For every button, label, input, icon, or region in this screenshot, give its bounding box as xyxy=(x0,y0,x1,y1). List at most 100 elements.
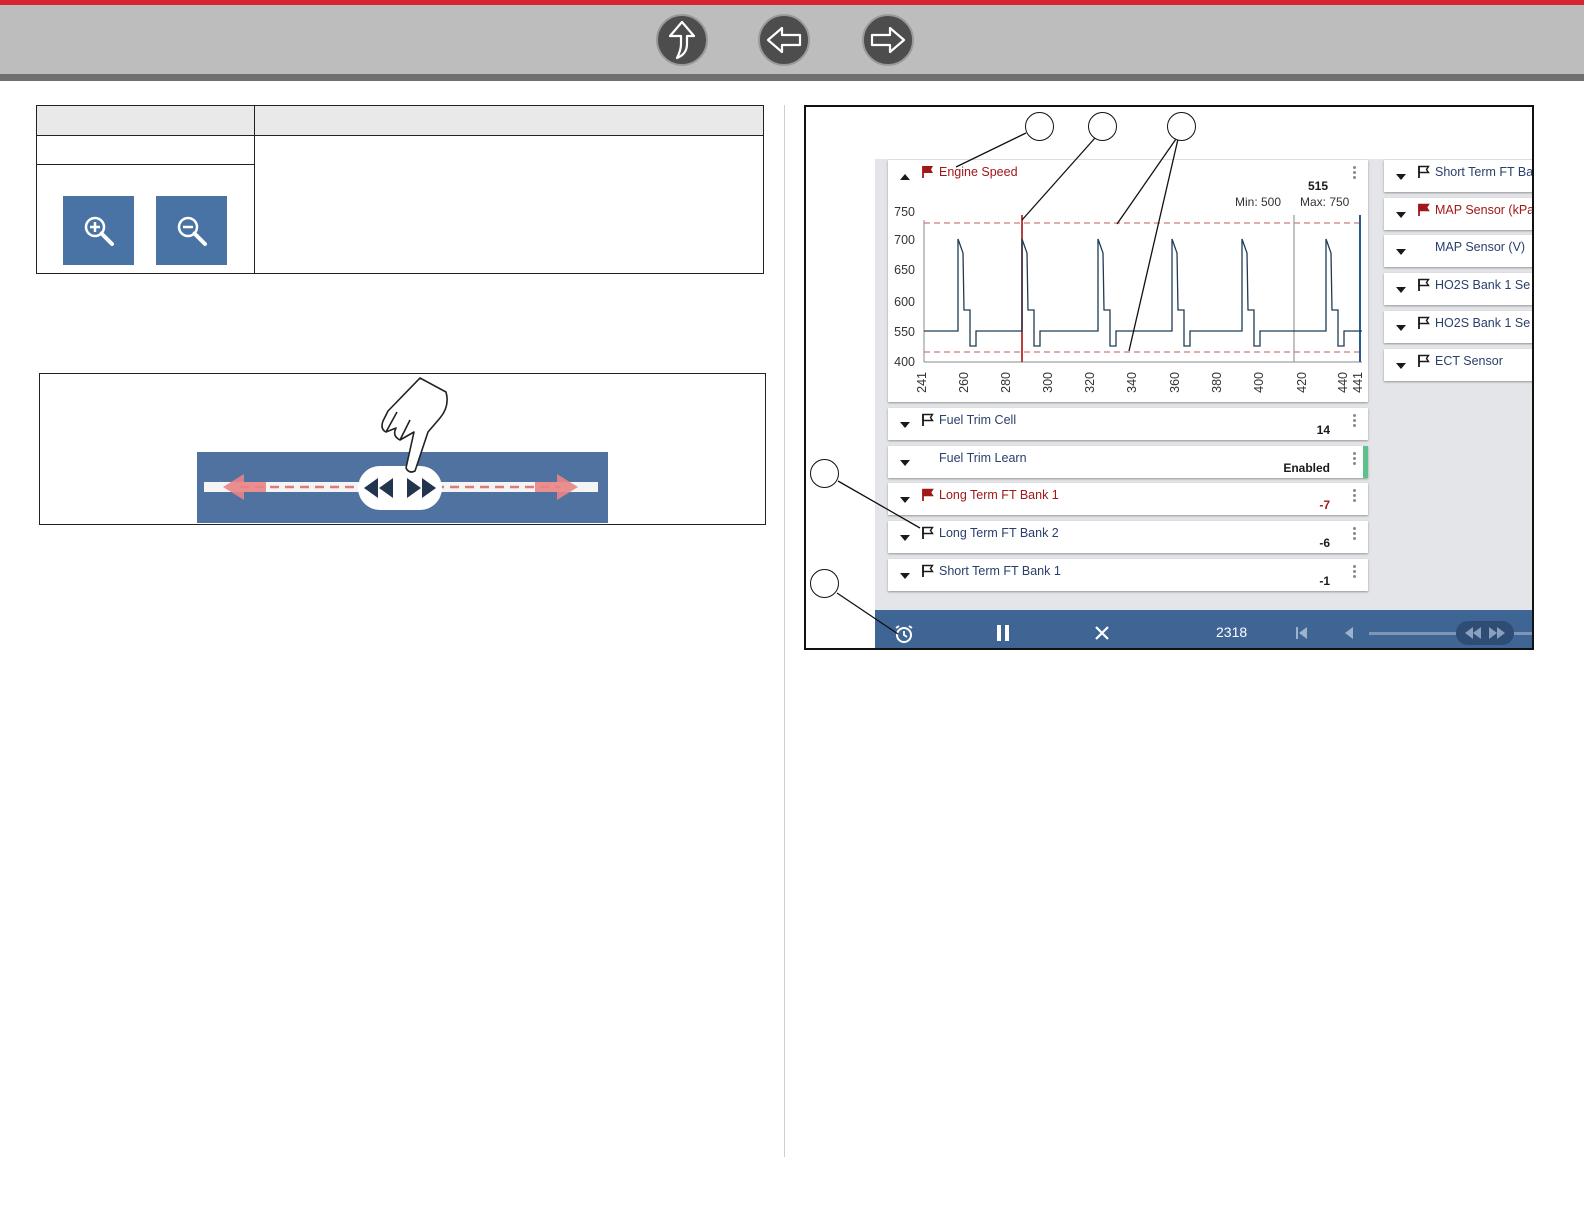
status-indicator xyxy=(1363,445,1368,478)
more-options-icon[interactable] xyxy=(1353,414,1356,429)
header-bottom-rule xyxy=(0,74,1584,81)
home-button[interactable] xyxy=(656,14,708,66)
pid-name: HO2S Bank 1 Se xyxy=(1435,278,1531,293)
pid-name: Short Term FT Ba xyxy=(1435,165,1534,179)
x-tick-label: 241 xyxy=(915,372,929,393)
pid-card[interactable]: Short Term FT Bank 1 -1 xyxy=(888,558,1368,591)
callout-circle xyxy=(1088,112,1117,141)
engine-speed-plot[interactable]: 750700650600550400241 260 280 300 320 340 360 3… xyxy=(888,160,1368,402)
pid-card[interactable]: Fuel Trim Learn Enabled xyxy=(888,445,1368,478)
pid-card[interactable]: Short Term FT Ba xyxy=(1384,160,1534,192)
pid-card[interactable]: Fuel Trim Cell 14 xyxy=(888,408,1368,440)
flag-filled-icon[interactable] xyxy=(1418,203,1430,217)
table-row-divider xyxy=(37,164,254,165)
back-button[interactable] xyxy=(758,14,810,66)
flag-filled-icon[interactable] xyxy=(922,488,934,502)
pid-value: -1 xyxy=(1319,573,1330,588)
right-arrow-icon xyxy=(870,26,906,54)
pid-card[interactable]: ECT Sensor xyxy=(1384,348,1532,381)
pid-card[interactable]: HO2S Bank 1 Se xyxy=(1384,310,1532,343)
x-tick-label: 441 xyxy=(1351,372,1365,393)
forward-button[interactable] xyxy=(862,14,914,66)
x-tick-label: 360 xyxy=(1168,372,1182,393)
pid-name: Long Term FT Bank 1 xyxy=(939,488,1059,503)
more-options-icon[interactable] xyxy=(1353,489,1356,504)
zoom-out-button[interactable] xyxy=(156,196,227,265)
close-icon[interactable] xyxy=(1094,625,1110,641)
pid-name: Fuel Trim Learn xyxy=(939,450,1027,465)
pid-value: -7 xyxy=(1319,498,1330,513)
pid-card[interactable]: HO2S Bank 1 Se xyxy=(1384,273,1532,306)
expand-caret-icon[interactable] xyxy=(1396,211,1406,218)
y-tick-label: 650 xyxy=(894,263,915,277)
pid-name: HO2S Bank 1 Se xyxy=(1435,315,1531,330)
callout-circle xyxy=(1167,112,1196,141)
flag-outline-icon[interactable] xyxy=(922,526,934,540)
x-tick-label: 400 xyxy=(1252,372,1266,393)
expand-caret-icon[interactable] xyxy=(900,497,910,504)
expand-caret-icon[interactable] xyxy=(900,572,910,579)
table-column-divider xyxy=(254,106,255,273)
step-back-icon[interactable] xyxy=(1344,627,1354,639)
x-tick-label: 300 xyxy=(1041,372,1055,393)
pid-value: 14 xyxy=(1316,423,1330,437)
expand-caret-icon[interactable] xyxy=(1396,174,1406,180)
callout-circle xyxy=(810,569,839,598)
data-graph-screenshot: Engine Speed 515 Min: 500 Max: 750 750 70… xyxy=(804,105,1534,650)
up-arrow-icon xyxy=(668,20,696,60)
x-tick-label: 440 xyxy=(1336,372,1350,393)
zoom-in-icon xyxy=(84,216,114,246)
pid-card[interactable]: Long Term FT Bank 2 -6 xyxy=(888,521,1368,554)
rewind-icon xyxy=(1465,627,1481,639)
scrub-handle[interactable] xyxy=(1456,621,1514,645)
playback-toolbar: 2318 xyxy=(875,610,1532,648)
flag-outline-icon[interactable] xyxy=(1418,278,1430,292)
y-tick-label: 600 xyxy=(894,295,915,309)
pause-icon[interactable] xyxy=(995,624,1011,642)
zoom-out-icon xyxy=(177,216,207,246)
flag-outline-icon[interactable] xyxy=(1418,354,1430,368)
more-options-icon[interactable] xyxy=(1353,527,1356,542)
header-accent-line xyxy=(0,0,1584,5)
skip-start-icon[interactable] xyxy=(1295,627,1309,639)
pid-card[interactable]: MAP Sensor (kPa xyxy=(1384,197,1534,230)
table-header xyxy=(37,106,763,136)
y-tick-label: 750 xyxy=(894,205,915,219)
more-options-icon[interactable] xyxy=(1353,564,1356,580)
flag-outline-icon[interactable] xyxy=(1418,165,1430,179)
x-tick-label: 380 xyxy=(1210,372,1224,393)
x-tick-label: 420 xyxy=(1295,372,1309,393)
y-tick-label: 400 xyxy=(894,355,915,369)
callout-circle xyxy=(1025,112,1054,141)
pid-name: Fuel Trim Cell xyxy=(939,413,1017,427)
expand-caret-icon[interactable] xyxy=(1396,287,1406,294)
engine-speed-trace xyxy=(924,238,1362,347)
x-tick-label: 260 xyxy=(957,372,971,393)
expand-caret-icon[interactable] xyxy=(1396,324,1406,331)
fast-forward-icon xyxy=(1489,627,1505,639)
pid-value: Enabled xyxy=(1283,460,1330,475)
flag-outline-icon[interactable] xyxy=(922,413,934,427)
x-tick-label: 280 xyxy=(999,372,1013,393)
expand-caret-icon[interactable] xyxy=(900,459,910,466)
left-arrow-icon xyxy=(766,26,802,54)
pid-value: -6 xyxy=(1319,536,1330,551)
scrub-bar-figure xyxy=(39,373,766,525)
pid-card[interactable]: MAP Sensor (V) xyxy=(1384,235,1532,268)
pid-name: MAP Sensor (kPa xyxy=(1435,202,1534,217)
more-options-icon[interactable] xyxy=(1353,451,1356,467)
y-tick-label: 700 xyxy=(894,233,915,247)
x-tick-label: 340 xyxy=(1125,372,1139,393)
zoom-controls-table xyxy=(36,105,764,274)
snapshot-icon[interactable] xyxy=(893,624,915,644)
expand-caret-icon[interactable] xyxy=(1396,362,1406,369)
flag-outline-icon[interactable] xyxy=(922,564,934,578)
zoom-in-button[interactable] xyxy=(63,196,134,265)
expand-caret-icon[interactable] xyxy=(900,422,910,428)
flag-outline-icon[interactable] xyxy=(1418,316,1430,330)
expand-caret-icon[interactable] xyxy=(1396,249,1406,256)
engine-speed-graph-card[interactable]: Engine Speed 515 Min: 500 Max: 750 750 70… xyxy=(888,160,1368,402)
y-tick-label: 550 xyxy=(894,325,915,339)
pid-card[interactable]: Long Term FT Bank 1 -7 xyxy=(888,483,1368,516)
expand-caret-icon[interactable] xyxy=(900,535,910,542)
